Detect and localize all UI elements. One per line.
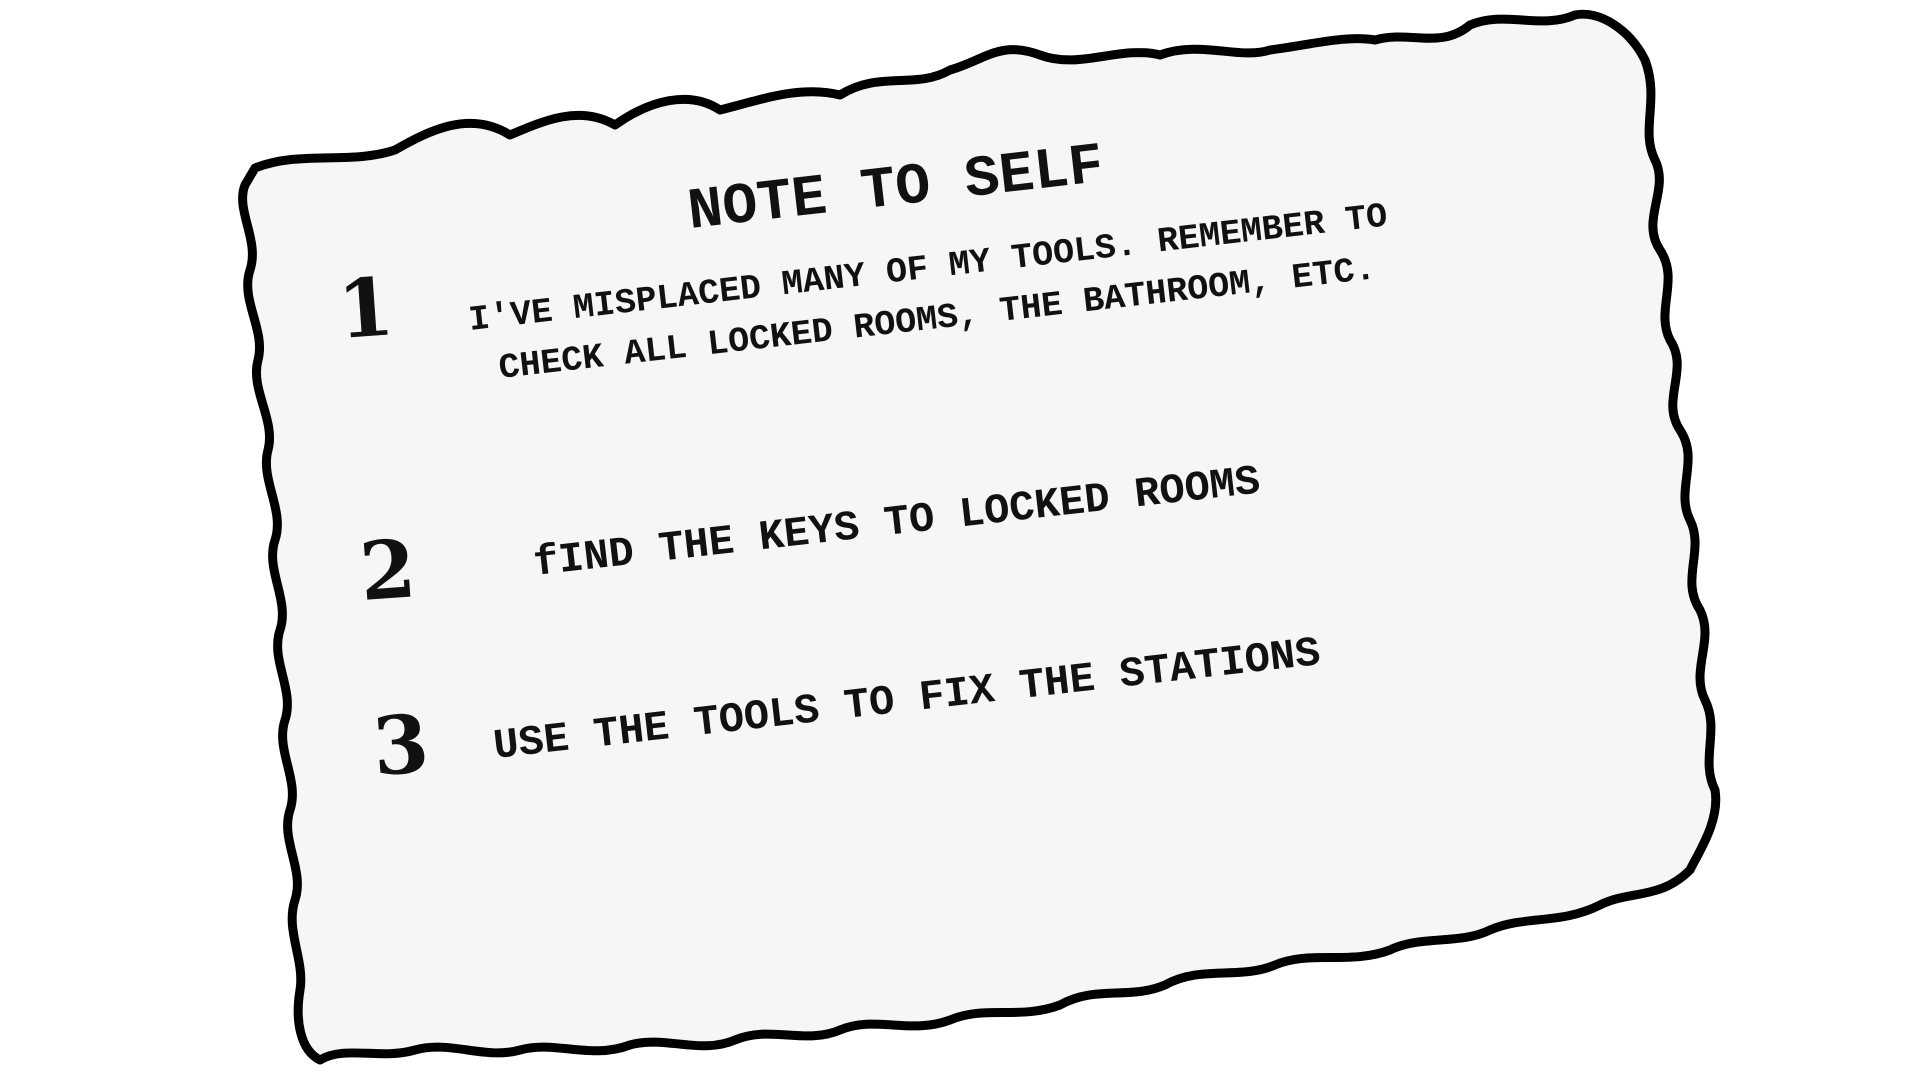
item-number-3: 3 bbox=[370, 696, 432, 794]
game-screen: NOTE TO SELF 1 I'VE MISPLACED MANY OF MY… bbox=[0, 0, 1920, 1080]
item-number-1: 1 bbox=[335, 259, 397, 357]
note-to-self-paper: NOTE TO SELF 1 I'VE MISPLACED MANY OF MY… bbox=[0, 0, 1920, 1080]
item-number-2: 2 bbox=[357, 521, 419, 619]
